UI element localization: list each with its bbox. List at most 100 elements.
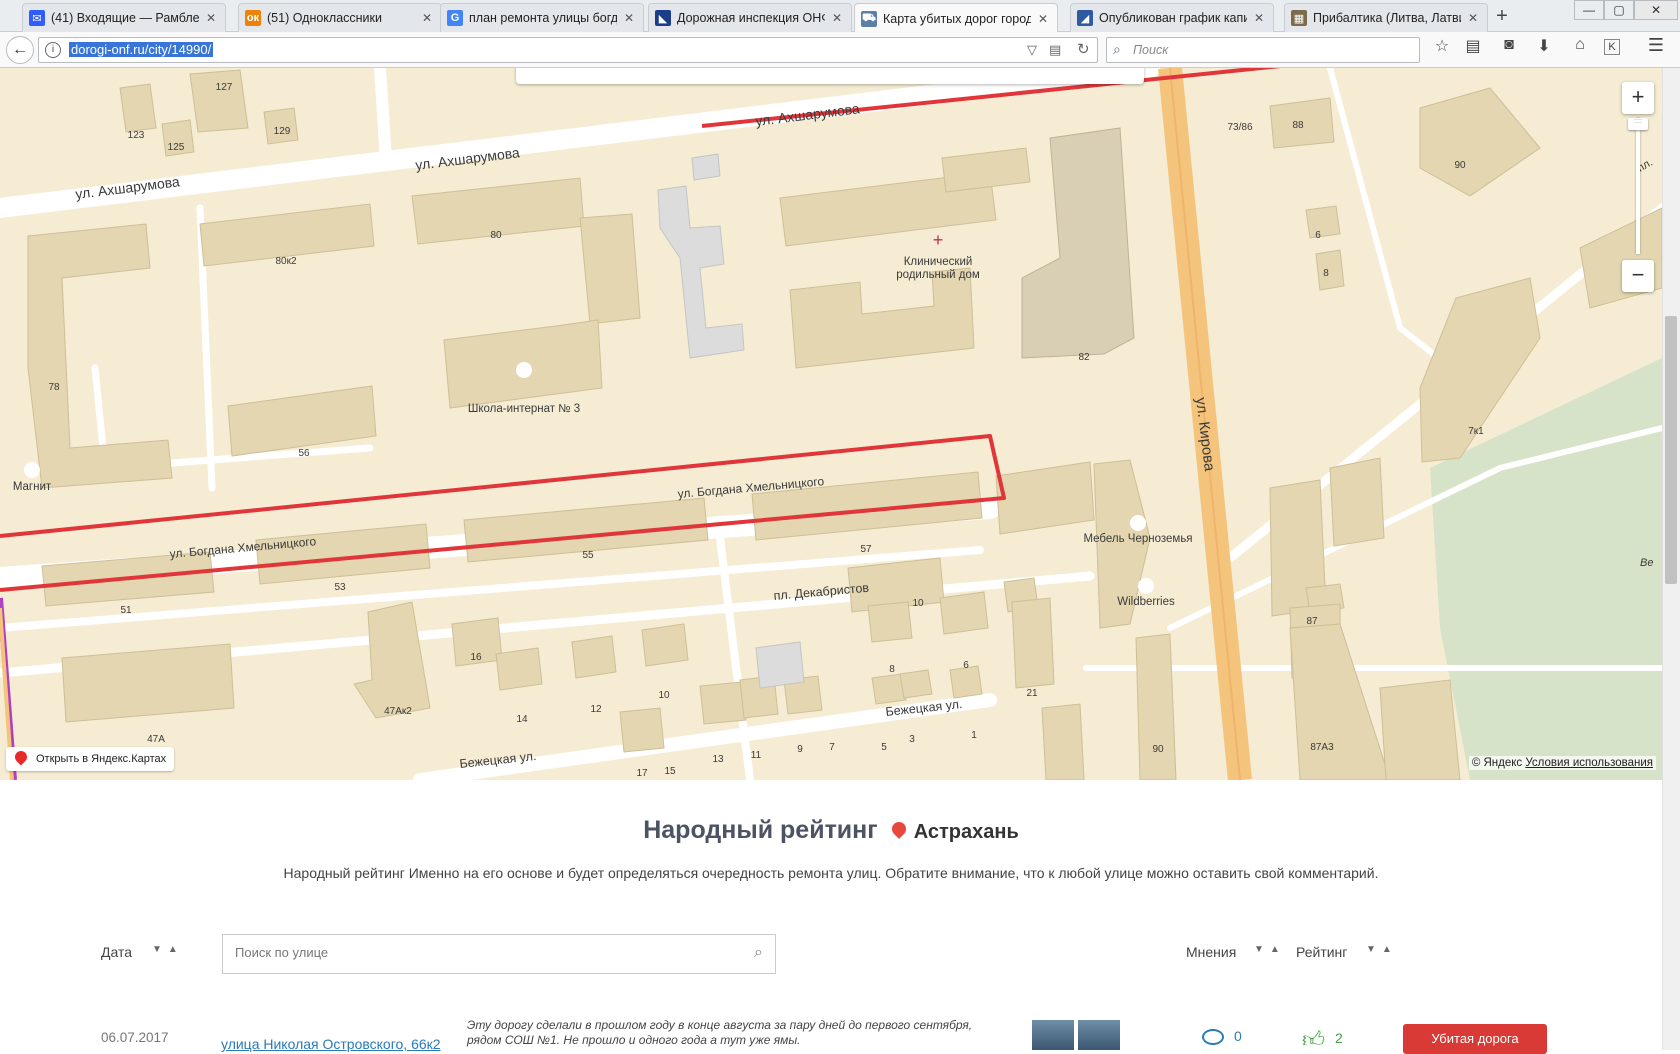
tab-title: Карта убитых дорог города xyxy=(883,11,1031,26)
close-tab-icon[interactable]: ✕ xyxy=(1251,11,1267,25)
street-search-field[interactable]: ⌕ xyxy=(222,934,776,974)
close-tab-icon[interactable]: ✕ xyxy=(829,11,845,25)
opinions-value: 0 xyxy=(1234,1028,1242,1044)
address-bar[interactable]: i dorogi-onf.ru/city/14990/ ▽ ▤ ↻ xyxy=(38,37,1098,63)
pocket-icon[interactable]: ◙ xyxy=(1498,36,1520,58)
rating-value: 2 xyxy=(1335,1030,1343,1047)
close-tab-icon[interactable]: ✕ xyxy=(1465,11,1481,25)
svg-text:90: 90 xyxy=(1454,160,1466,171)
furniture-icon xyxy=(1130,515,1146,531)
row-date: 06.07.2017 xyxy=(101,1030,169,1045)
school-icon xyxy=(516,362,532,378)
photo-thumbnail[interactable] xyxy=(1032,1020,1074,1050)
minimize-button[interactable]: — xyxy=(1574,0,1604,20)
zoom-in-button[interactable]: + xyxy=(1622,82,1654,114)
svg-text:80: 80 xyxy=(490,230,502,241)
search-icon[interactable]: ⌕ xyxy=(754,944,763,962)
sort-opinions-arrows[interactable]: ▼▲ xyxy=(1254,944,1286,955)
browser-tab[interactable]: ✉ (41) Входящие — Рамблер/по ✕ xyxy=(22,3,226,32)
svg-text:5: 5 xyxy=(881,742,887,753)
browser-tab[interactable]: ◢ Опубликован график капита ✕ xyxy=(1070,3,1274,32)
bookmarks-list-icon[interactable]: ▤ xyxy=(1462,36,1484,58)
map[interactable]: ул. Ахшарумова ул. Ахшарумова ул. Ахшару… xyxy=(0,68,1662,780)
svg-text:8: 8 xyxy=(889,664,895,675)
dropdown-arrow-icon[interactable]: ▽ xyxy=(1027,42,1037,58)
svg-text:9: 9 xyxy=(797,744,803,755)
svg-text:47А: 47А xyxy=(147,734,165,745)
poi-magnit: Магнит xyxy=(13,481,52,493)
city-name[interactable]: Астрахань xyxy=(914,821,1019,843)
reader-view-icon[interactable]: ▤ xyxy=(1049,42,1061,58)
open-in-yandex-button[interactable]: Открыть в Яндекс.Картах xyxy=(6,747,175,771)
close-tab-icon[interactable]: ✕ xyxy=(621,11,637,25)
photo-thumbnail[interactable] xyxy=(1078,1020,1120,1050)
svg-text:6: 6 xyxy=(963,660,969,671)
street-search-input[interactable] xyxy=(235,945,725,960)
back-arrow-icon: ← xyxy=(12,41,28,58)
table-row: 06.07.2017 улица Николая Островского, 66… xyxy=(0,1018,1662,1054)
grey-building xyxy=(657,185,745,359)
map-popup[interactable] xyxy=(516,68,1144,84)
search-icon: ⌕ xyxy=(1113,41,1121,57)
svg-text:73/86: 73/86 xyxy=(1227,122,1252,133)
tab-title: Прибалтика (Литва, Латвия, Эс xyxy=(1313,11,1461,25)
page-title: Народный рейтинг Астрахань xyxy=(0,816,1662,845)
travel-icon: ▦ xyxy=(1291,10,1307,26)
svg-text:82: 82 xyxy=(1078,352,1090,363)
close-tab-icon[interactable]: ✕ xyxy=(419,11,435,25)
svg-text:47Ак2: 47Ак2 xyxy=(384,706,412,717)
svg-text:6: 6 xyxy=(1315,230,1321,241)
rating-count[interactable]: 👍︎ 2 xyxy=(1302,1026,1343,1053)
search-bar[interactable]: ⌕ Поиск xyxy=(1106,37,1420,63)
poi-maternity-line2: родильный дом xyxy=(896,269,980,281)
close-window-button[interactable]: ✕ xyxy=(1634,0,1678,20)
maximize-button[interactable]: ▢ xyxy=(1604,0,1634,20)
svg-text:90: 90 xyxy=(1152,744,1164,755)
home-icon[interactable]: ⌂ xyxy=(1569,36,1591,58)
extension-icon[interactable]: K xyxy=(1604,39,1620,55)
browser-tab[interactable]: ▦ Прибалтика (Литва, Латвия, Эс ✕ xyxy=(1284,3,1488,32)
svg-text:53: 53 xyxy=(334,582,346,593)
download-icon[interactable]: ⬇ xyxy=(1533,36,1555,58)
close-tab-icon[interactable]: ✕ xyxy=(1035,12,1051,26)
scrollbar-thumb[interactable] xyxy=(1665,316,1677,584)
onf-flag-icon: ◣ xyxy=(655,10,671,26)
search-placeholder: Поиск xyxy=(1133,43,1169,57)
map-copyright: © Яндекс Условия использования xyxy=(1468,756,1656,770)
comment-bubble-icon xyxy=(1202,1029,1224,1046)
tab-title: план ремонта улицы богдана xyxy=(469,11,617,25)
zoom-slider[interactable] xyxy=(1636,118,1640,254)
location-pin-icon xyxy=(888,819,909,839)
opinions-count[interactable]: 0 xyxy=(1202,1028,1242,1046)
svg-text:55: 55 xyxy=(582,550,594,561)
sort-date-arrows[interactable]: ▼▲ xyxy=(152,944,184,955)
map-canvas[interactable]: ул. Ахшарумова ул. Ахшарумова ул. Ахшару… xyxy=(0,68,1662,780)
svg-text:14: 14 xyxy=(516,714,528,725)
mail-icon: ✉ xyxy=(29,10,45,26)
svg-text:13: 13 xyxy=(712,754,724,765)
browser-tab[interactable]: ок (51) Одноклассники ✕ xyxy=(238,3,442,32)
navigation-bar: ← i dorogi-onf.ru/city/14990/ ▽ ▤ ↻ ⌕ По… xyxy=(0,32,1680,68)
poi-park: Ве xyxy=(1640,557,1653,569)
info-icon[interactable]: i xyxy=(45,42,61,58)
svg-text:123: 123 xyxy=(128,130,145,141)
reload-icon[interactable]: ↻ xyxy=(1077,40,1090,58)
tab-strip: ✉ (41) Входящие — Рамблер/по ✕ ок (51) Однок… xyxy=(0,0,1680,33)
bookmark-star-icon[interactable]: ☆ xyxy=(1431,36,1453,58)
url-text[interactable]: dorogi-onf.ru/city/14990/ xyxy=(69,42,214,57)
new-tab-button[interactable]: + xyxy=(1490,5,1514,27)
back-button[interactable]: ← xyxy=(6,36,34,64)
thumbs-up-icon[interactable]: 👍︎ xyxy=(1302,1027,1325,1052)
browser-tab[interactable]: ◣ Дорожная инспекция ОНФ / ✕ xyxy=(648,3,852,32)
terms-link[interactable]: Условия использования xyxy=(1525,757,1653,769)
browser-tab[interactable]: ⛟ Карта убитых дорог города ✕ xyxy=(854,3,1058,33)
zoom-slider-handle[interactable]: :::: xyxy=(1628,118,1648,130)
shop-icon xyxy=(24,462,40,478)
zoom-out-button[interactable]: − xyxy=(1622,260,1654,292)
close-tab-icon[interactable]: ✕ xyxy=(203,11,219,25)
sort-rating-arrows[interactable]: ▼▲ xyxy=(1366,944,1398,955)
svg-text:1: 1 xyxy=(971,730,977,741)
svg-text:21: 21 xyxy=(1026,688,1038,699)
browser-tab[interactable]: Gплан ремонта улицы богдана ✕ xyxy=(440,3,644,32)
menu-icon[interactable]: ☰ xyxy=(1645,35,1667,57)
